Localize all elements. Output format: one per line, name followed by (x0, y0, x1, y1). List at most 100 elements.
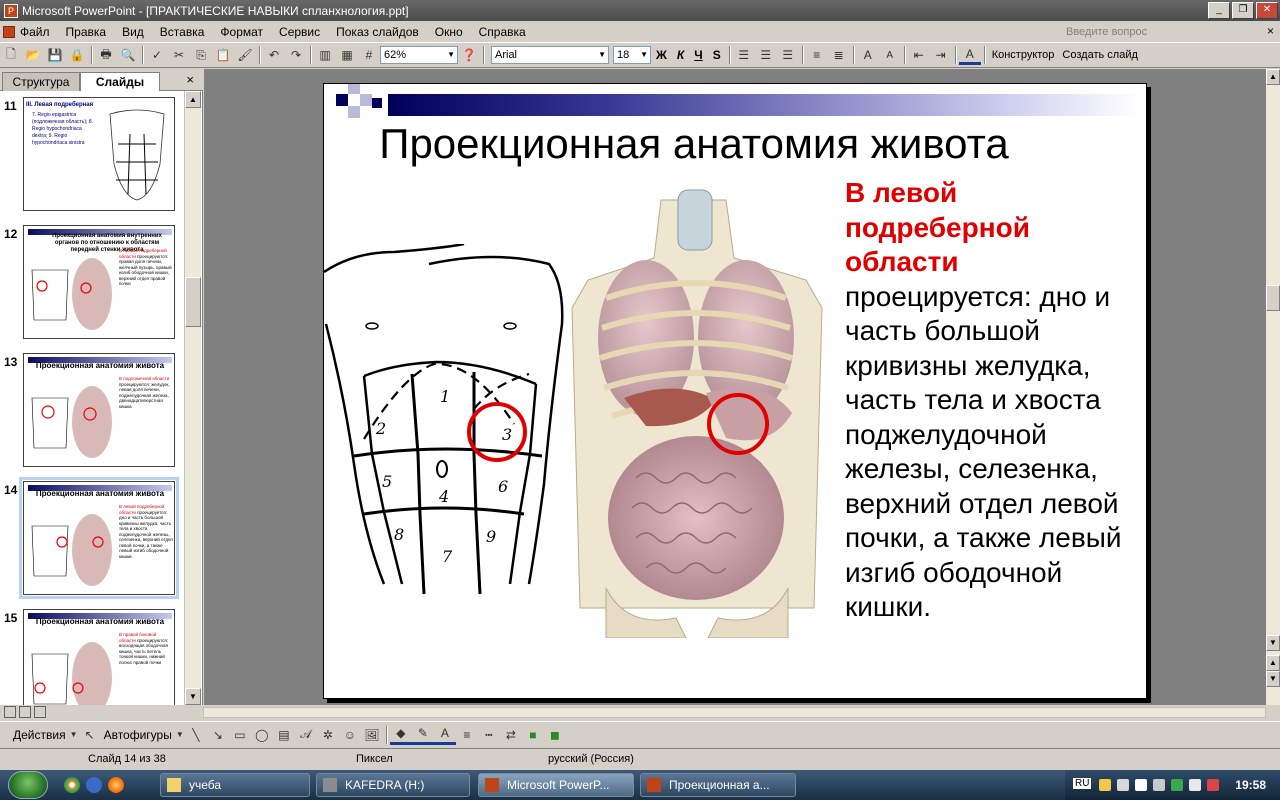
font-name-select[interactable]: Arial ▼ (491, 46, 609, 64)
undo-icon[interactable]: ↶ (263, 45, 285, 65)
document-close-icon[interactable]: × (1267, 24, 1274, 38)
task-folder[interactable]: учеба (160, 773, 310, 797)
new-slide-button[interactable]: Создать слайд (1058, 49, 1141, 61)
task-document[interactable]: Проекционная а... (640, 773, 796, 797)
thumbnail-scrollbar[interactable]: ▲ ▼ (184, 91, 201, 705)
scroll-thumb[interactable] (1266, 285, 1280, 311)
shadow-button[interactable]: S (708, 45, 726, 65)
network-icon[interactable] (1135, 779, 1147, 791)
tray-icon[interactable] (1153, 779, 1165, 791)
minimize-button[interactable]: _ (1208, 2, 1230, 19)
font-color-icon[interactable]: A (433, 725, 456, 745)
task-powerpoint[interactable]: Microsoft PowerP... (478, 773, 634, 797)
spelling-icon[interactable]: ✓ (146, 45, 168, 65)
preview-icon[interactable]: 🔍 (117, 45, 139, 65)
align-left-icon[interactable]: ☰ (733, 45, 755, 65)
print-icon[interactable]: 🖶 (95, 45, 117, 65)
italic-button[interactable]: К (672, 45, 689, 65)
save-icon[interactable]: 💾 (44, 45, 66, 65)
3d-style-icon[interactable]: ◼ (544, 725, 566, 745)
bullets-icon[interactable]: ≣ (828, 45, 850, 65)
menu-format[interactable]: Формат (212, 22, 271, 42)
slide-thumbnail[interactable]: III. Левая подреберная 7. Regio epigastr… (23, 97, 175, 211)
bold-button[interactable]: Ж (651, 45, 672, 65)
tray-icon[interactable] (1099, 779, 1111, 791)
tab-structure[interactable]: Структура (2, 72, 80, 91)
next-slide-icon[interactable]: ▼ (1266, 671, 1280, 687)
align-right-icon[interactable]: ☰ (777, 45, 799, 65)
oval-icon[interactable]: ◯ (251, 725, 273, 745)
slide-body-text[interactable]: В левой подреберной области проецируется… (845, 176, 1143, 625)
paste-icon[interactable]: 📋 (212, 45, 234, 65)
grid-icon[interactable]: # (358, 45, 380, 65)
scroll-thumb[interactable] (185, 277, 201, 327)
align-center-icon[interactable]: ☰ (755, 45, 777, 65)
increase-font-icon[interactable]: A (857, 45, 879, 65)
slideshow-icon[interactable] (34, 706, 46, 718)
close-pane-icon[interactable]: × (186, 72, 194, 87)
menu-view[interactable]: Вид (114, 22, 152, 42)
thumbnail-row[interactable]: 13 Проекционная анатомия живота В подлож… (0, 353, 184, 471)
slide-thumbnail[interactable]: Проекционная анатомия живота В подложечн… (23, 353, 175, 467)
clipart-icon[interactable]: ☺ (339, 725, 361, 745)
slide-sorter-icon[interactable] (19, 706, 31, 718)
help-question-input[interactable]: Введите вопрос (1060, 23, 1210, 41)
diagram-icon[interactable]: ✲ (317, 725, 339, 745)
normal-view-icon[interactable] (4, 706, 16, 718)
mail-icon[interactable] (86, 777, 102, 793)
chevron-down-icon[interactable]: ▼ (175, 725, 185, 745)
autoshapes-button[interactable]: Автофигуры (101, 728, 175, 742)
powerpoint-app-icon[interactable]: P (4, 3, 18, 18)
new-icon[interactable]: 🗋 (0, 45, 22, 65)
language-badge[interactable]: RU (1073, 778, 1092, 789)
clock[interactable]: 19:58 (1235, 778, 1266, 792)
font-color-icon[interactable]: A (958, 45, 981, 65)
wordart-icon[interactable]: 𝒜 (295, 725, 317, 745)
insert-chart-icon[interactable]: ▥ (314, 45, 336, 65)
start-button[interactable] (8, 771, 48, 799)
slide-title[interactable]: Проекционная анатомия живота (324, 120, 1064, 168)
help-icon[interactable]: ❓ (458, 45, 480, 65)
tray-icon[interactable] (1171, 779, 1183, 791)
line-color-icon[interactable]: ✎ (411, 725, 434, 745)
tray-icon[interactable] (1207, 779, 1219, 791)
scroll-up-icon[interactable]: ▲ (1266, 69, 1280, 85)
fill-color-icon[interactable]: ◆ (389, 725, 412, 745)
redo-icon[interactable]: ↷ (285, 45, 307, 65)
textbox-icon[interactable]: ▤ (273, 725, 295, 745)
slide-thumbnail-selected[interactable]: Проекционная анатомия живота В левой под… (19, 477, 179, 599)
copy-icon[interactable]: ⎘ (190, 45, 212, 65)
slide-scrollbar[interactable]: ▲ ▼ ▲ ▼ (1266, 69, 1280, 705)
slide-thumbnail[interactable]: Проекционная анатомия внутренних органов… (23, 225, 175, 339)
menu-help[interactable]: Справка (471, 22, 534, 42)
close-button[interactable]: ✕ (1256, 2, 1278, 19)
volume-icon[interactable] (1189, 779, 1201, 791)
thumbnail-row[interactable]: 12 Проекционная анатомия внутренних орга… (0, 225, 184, 343)
thumbnail-row[interactable]: 14 Проекционная анатомия живота В левой … (0, 477, 184, 599)
menu-file[interactable]: Файл (0, 22, 58, 42)
slide-thumbnail[interactable]: Проекционная анатомия живота В правой бо… (23, 609, 175, 705)
open-icon[interactable]: 📂 (22, 45, 44, 65)
decrease-indent-icon[interactable]: ⇤ (908, 45, 930, 65)
scroll-down-icon[interactable]: ▼ (1266, 635, 1280, 651)
dash-style-icon[interactable]: ┅ (478, 725, 500, 745)
format-painter-icon[interactable]: 🖌 (234, 45, 256, 65)
rectangle-icon[interactable]: ▭ (229, 725, 251, 745)
previous-slide-icon[interactable]: ▲ (1266, 655, 1280, 671)
arrow-style-icon[interactable]: ⇄ (500, 725, 522, 745)
thumbnail-row[interactable]: 11 III. Левая подреберная 7. Regio epiga… (0, 97, 184, 215)
actions-button[interactable]: Действия (10, 728, 69, 742)
scroll-down-icon[interactable]: ▼ (185, 688, 201, 705)
tray-icon[interactable] (1117, 779, 1129, 791)
scroll-up-icon[interactable]: ▲ (185, 91, 201, 108)
permission-icon[interactable]: 🔒 (66, 45, 88, 65)
arrow-icon[interactable]: ↘ (207, 725, 229, 745)
line-style-icon[interactable]: ≡ (456, 725, 478, 745)
menu-insert[interactable]: Вставка (152, 22, 213, 42)
slide-canvas[interactable]: Проекционная анатомия живота 1 2 3 4 5 6… (323, 83, 1147, 699)
picture-icon[interactable]: 🖼 (361, 725, 383, 745)
underline-button[interactable]: Ч (689, 45, 707, 65)
line-icon[interactable]: ╲ (185, 725, 207, 745)
shadow-style-icon[interactable]: ■ (522, 725, 544, 745)
menu-slideshow[interactable]: Показ слайдов (328, 22, 427, 42)
